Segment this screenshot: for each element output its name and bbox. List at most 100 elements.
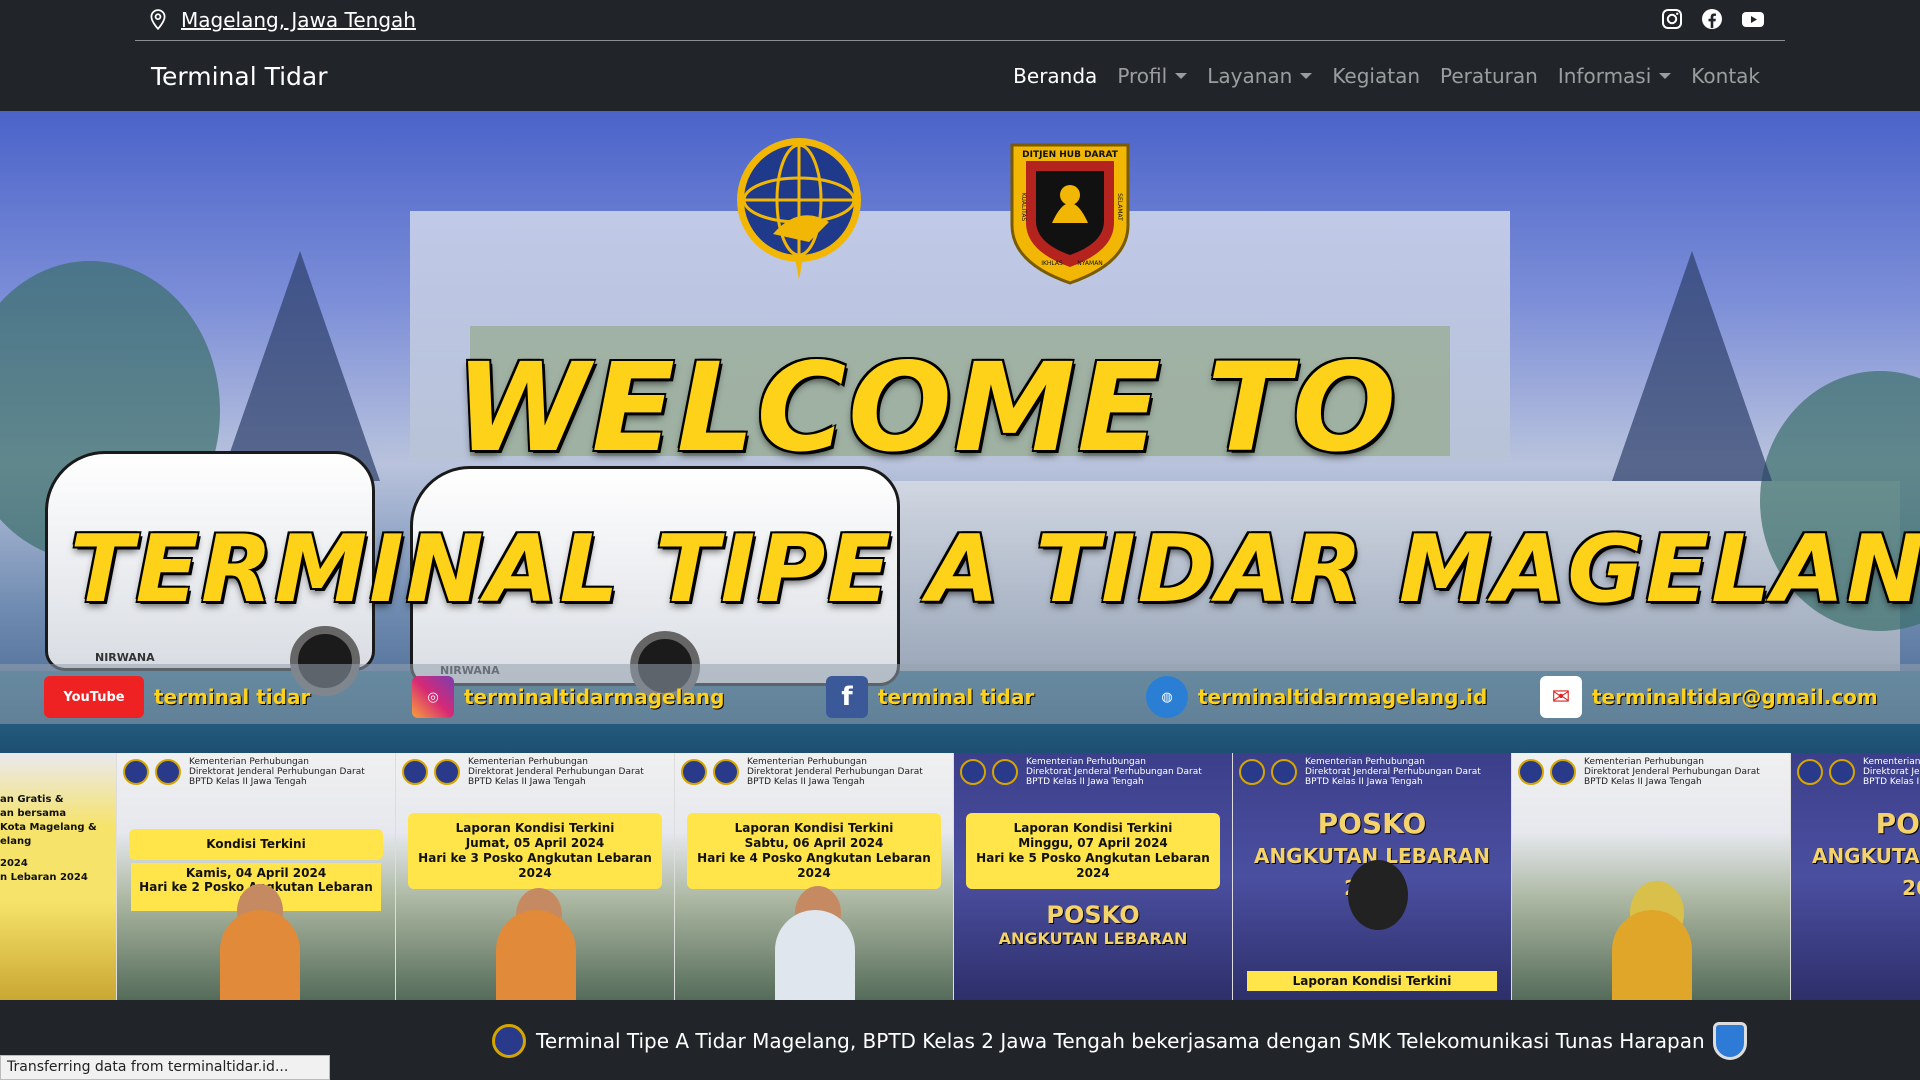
carousel-tile[interactable]: Kementerian PerhubunganDirektorat Jender… (1233, 753, 1511, 1000)
tile-title-text: Laporan Kondisi Terkini (1013, 821, 1173, 835)
partial-line: an bersama (0, 808, 67, 819)
school-shield-logo (1712, 1022, 1747, 1060)
posko-text: POSKO ANGKUTAN LEBARAN (964, 903, 1222, 951)
tile-title-text: Laporan Kondisi Terkini (455, 821, 615, 835)
youtube-icon[interactable] (1741, 8, 1764, 30)
posko-title: POSKO (1317, 807, 1427, 840)
nav-peraturan[interactable]: Peraturan (1440, 64, 1538, 88)
social-website: ◍ terminaltidarmagelang.id (1146, 676, 1487, 718)
carousel-tile[interactable]: Kementerian PerhubunganDirektorat Jender… (675, 753, 953, 1000)
ditjen-logo (155, 759, 181, 785)
posko-subtitle: ANGKUTAN LEBARAN (1811, 844, 1920, 868)
header-line: Direktorat Jenderal Perhubungan Darat (468, 767, 644, 777)
navbar: Terminal Tidar Beranda Profil Layanan Ke… (0, 42, 1920, 111)
instagram-icon: ◎ (412, 676, 454, 718)
ditjen-logo (1550, 759, 1576, 785)
carousel-tile[interactable]: Kementerian PerhubunganDirektorat Jender… (954, 753, 1232, 1000)
tile-title: Laporan Kondisi Terkini Sabtu, 06 April 2… (687, 813, 941, 889)
tile-header: Kementerian PerhubunganDirektorat Jender… (468, 757, 644, 787)
social-facebook: f terminal tidar (826, 676, 1034, 718)
ditjen-logo (434, 759, 460, 785)
brand-link[interactable]: Terminal Tidar (151, 62, 328, 91)
kemenhub-logo (123, 759, 149, 785)
tile-sub-text: Hari ke 5 Posko Angkutan Lebaran 2024 (976, 851, 1210, 880)
tile-logos (1518, 759, 1576, 785)
terminal-heading: TERMINAL TIPE A TIDAR MAGELANG (70, 515, 1920, 623)
person-figure (496, 910, 576, 1000)
carousel-tile-partial[interactable]: an Gratis & an bersama Kota Magelang & e… (0, 753, 116, 1000)
ditjen-logo (992, 759, 1018, 785)
header-line: BPTD Kelas II Jawa Tengah (468, 777, 586, 787)
gunungan-ornament-left (220, 251, 380, 481)
posko-year: 2024 (1902, 876, 1920, 900)
header-line: Kementerian Perhubungan (189, 757, 309, 767)
instagram-icon[interactable] (1661, 8, 1683, 30)
facebook-handle: terminal tidar (878, 685, 1035, 709)
tile-date-text: Minggu, 07 April 2024 (1018, 836, 1168, 850)
website-handle: terminaltidarmagelang.id (1198, 685, 1488, 709)
gunungan-ornament-right (1612, 251, 1772, 481)
partial-line: 2024 (0, 858, 28, 869)
nav-layanan-dropdown[interactable]: Layanan (1207, 64, 1312, 88)
youtube-handle: terminal tidar (154, 685, 311, 709)
header-line: Kementerian Perhubungan (468, 757, 588, 767)
header-line: BPTD Kelas II Jawa Tengah (747, 777, 865, 787)
nav-informasi-dropdown[interactable]: Informasi (1558, 64, 1671, 88)
nav-layanan-label: Layanan (1207, 64, 1293, 88)
tile-header: Kementerian PerhubunganDirektorat Jender… (1026, 757, 1202, 787)
tile-partial-text: an Gratis & an bersama Kota Magelang & e… (0, 793, 97, 885)
tile-header: Kementerian PerhubunganDirektorat Jender… (1863, 757, 1920, 787)
tile-title: Laporan Kondisi Terkini Jumat, 05 April 2… (408, 813, 662, 889)
social-email: ✉ terminaltidar@gmail.com (1540, 676, 1878, 718)
posko-text: POSKO ANGKUTAN LEBARAN 2024 (1801, 808, 1920, 904)
header-line: BPTD Kelas II Jawa Tengah (1584, 777, 1702, 787)
logo-text-kualitas: KUALITAS (1020, 193, 1027, 222)
social-youtube: YouTube terminal tidar (44, 676, 310, 718)
nav-kontak[interactable]: Kontak (1691, 64, 1760, 88)
tile-logos (1239, 759, 1297, 785)
ditjen-hubdat-logo: DITJEN HUB DARAT KUALITAS SELAMAT IKHLAS… (1010, 143, 1130, 285)
posko-title: POSKO (1875, 807, 1920, 840)
carousel-tile[interactable]: Kementerian PerhubunganDirektorat Jender… (117, 753, 395, 1000)
nav-profil-dropdown[interactable]: Profil (1117, 64, 1187, 88)
location-link[interactable]: Magelang, Jawa Tengah (181, 8, 416, 32)
header-line: Direktorat Jenderal Perhubungan Darat (189, 767, 365, 777)
tile-header: Kementerian PerhubunganDirektorat Jender… (1584, 757, 1760, 787)
footer-credit: Terminal Tipe A Tidar Magelang, BPTD Kel… (492, 1022, 1747, 1060)
nav-informasi-label: Informasi (1557, 64, 1652, 88)
carousel-tile[interactable]: Kementerian PerhubunganDirektorat Jender… (396, 753, 674, 1000)
nav-profil-label: Profil (1117, 64, 1168, 88)
tile-logos (123, 759, 181, 785)
mail-icon: ✉ (1540, 676, 1582, 718)
partial-line: Kota Magelang & (0, 822, 97, 833)
posko-subtitle: ANGKUTAN LEBARAN (998, 929, 1188, 948)
carousel-tile[interactable]: Kementerian PerhubunganDirektorat Jender… (1512, 753, 1790, 1000)
facebook-icon[interactable] (1701, 8, 1723, 30)
tile-logos (402, 759, 460, 785)
kemenhub-logo (737, 138, 861, 280)
header-line: BPTD Kelas II Jawa Tengah (189, 777, 307, 787)
nav-beranda[interactable]: Beranda (1013, 64, 1097, 88)
header-line: Kementerian Perhubungan (1026, 757, 1146, 767)
tile-date-text: Kamis, 04 April 2024 (185, 866, 327, 880)
person-figure (1612, 910, 1692, 1000)
carousel-tile[interactable]: Kementerian PerhubunganDirektorat Jender… (1791, 753, 1920, 1000)
tile-sub-text: Hari ke 4 Posko Angkutan Lebaran 2024 (697, 851, 931, 880)
logo-text-nyaman: NYAMAN (1077, 260, 1103, 267)
location[interactable]: Magelang, Jawa Tengah (149, 8, 416, 32)
browser-status-bar: Transferring data from terminaltidar.id.… (0, 1055, 330, 1080)
tile-title-text: Laporan Kondisi Terkini (734, 821, 894, 835)
header-line: BPTD Kelas II Jawa Tengah (1305, 777, 1423, 787)
kemenhub-logo (1239, 759, 1265, 785)
map-pin-icon (150, 9, 166, 31)
partial-line: n Lebaran 2024 (0, 872, 88, 883)
tile-header: Kementerian PerhubunganDirektorat Jender… (189, 757, 365, 787)
header-line: BPTD Kelas II Jawa Tengah (1863, 777, 1920, 787)
person-figure (775, 910, 855, 1000)
nav-menu: Beranda Profil Layanan Kegiatan Peratura… (1013, 64, 1760, 88)
activity-carousel[interactable]: an Gratis & an bersama Kota Magelang & e… (0, 753, 1920, 1000)
kemenhub-logo (402, 759, 428, 785)
welcome-heading: WELCOME TO (455, 337, 1399, 479)
nav-kegiatan[interactable]: Kegiatan (1332, 64, 1420, 88)
kemenhub-logo (492, 1024, 526, 1058)
